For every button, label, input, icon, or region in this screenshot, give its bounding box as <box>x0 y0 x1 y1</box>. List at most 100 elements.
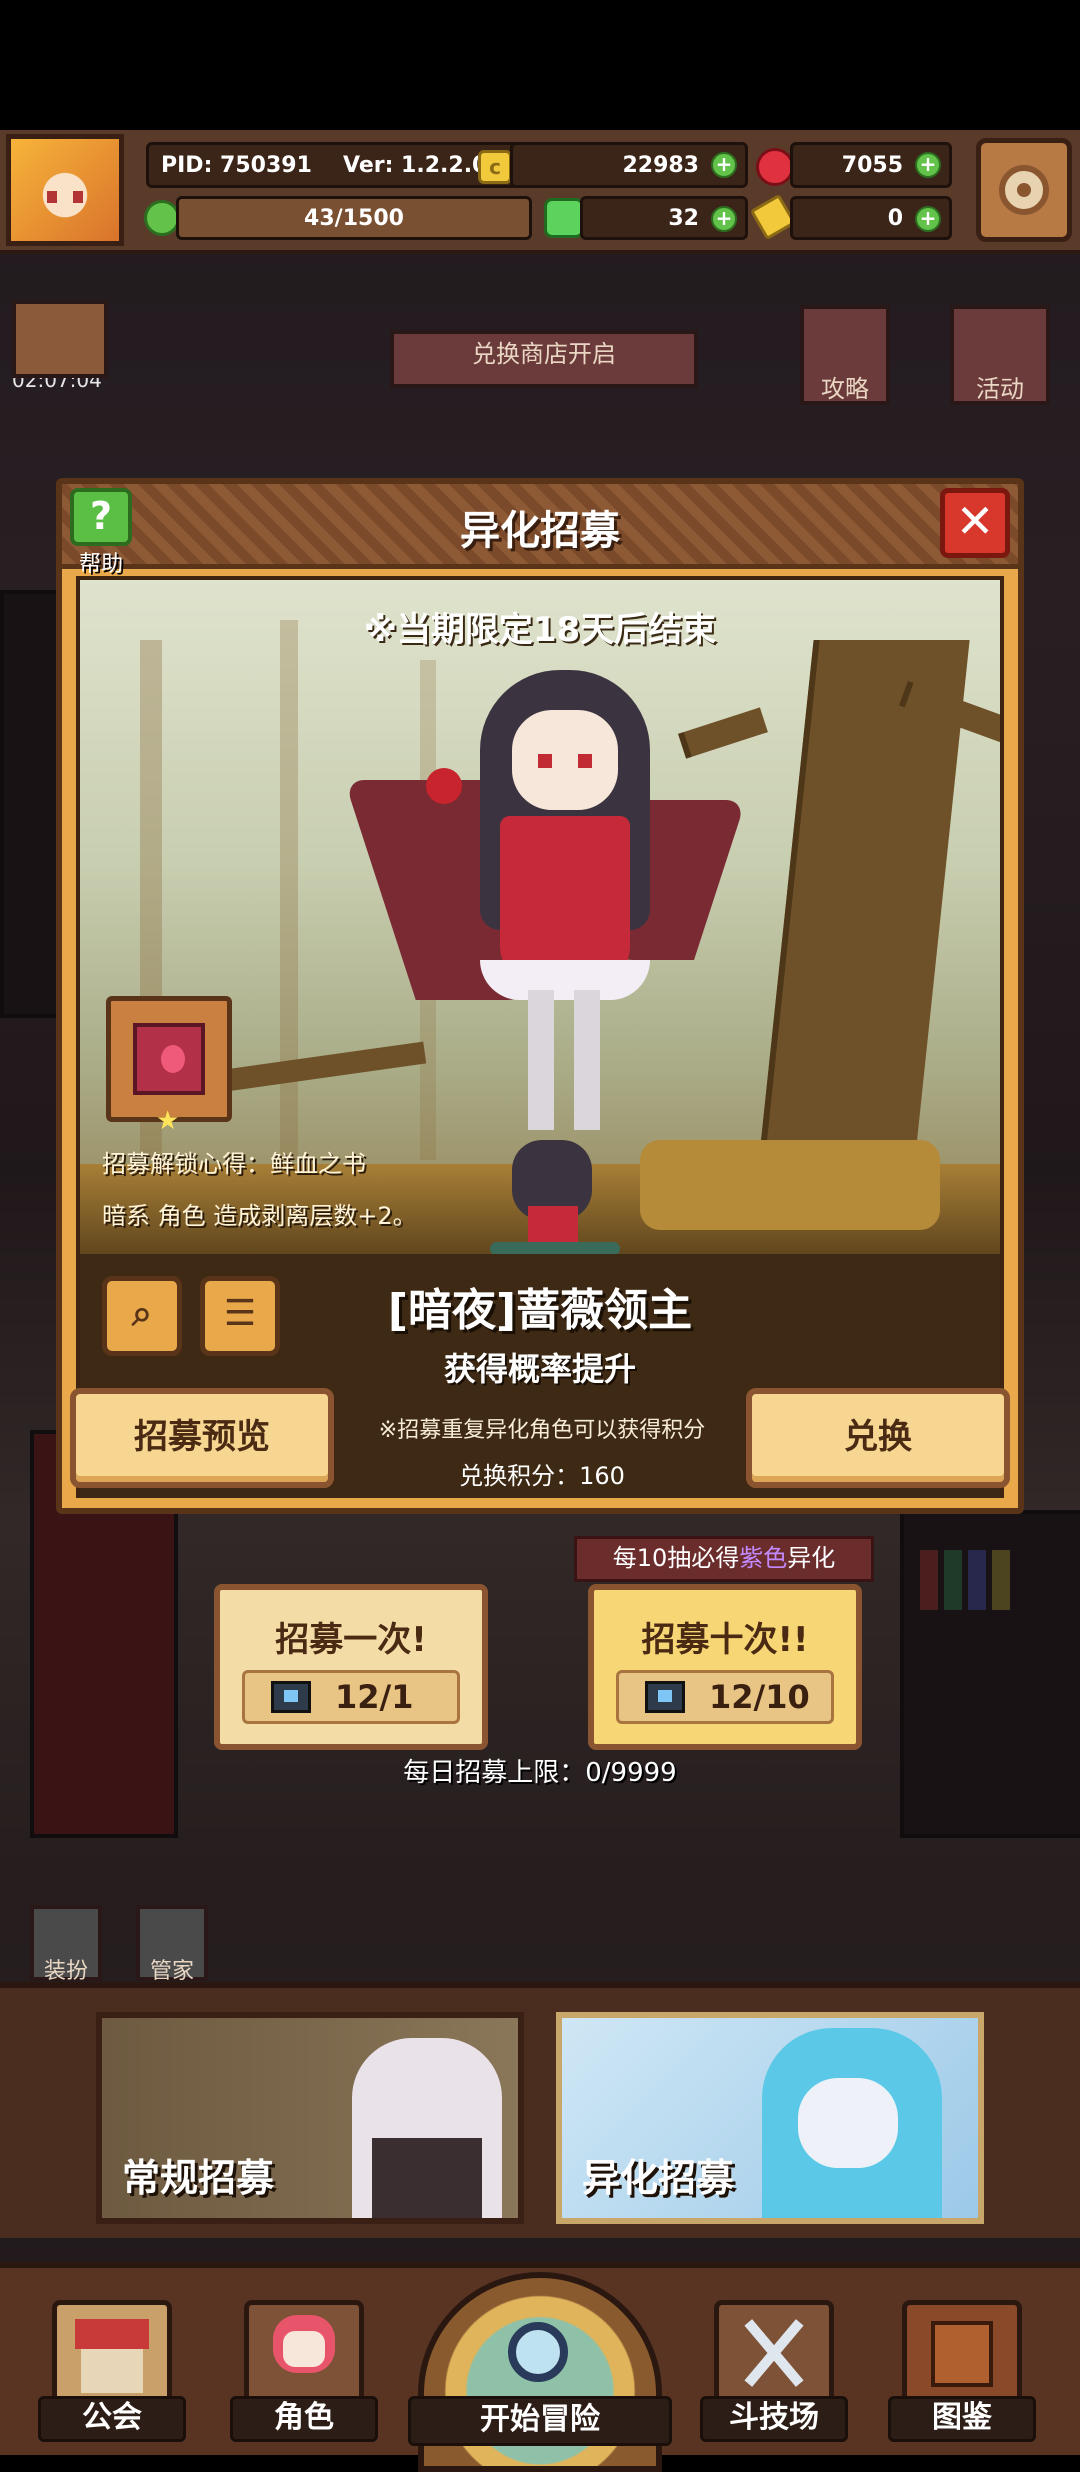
unlock-text: 招募解锁心得：鲜血之书 <box>102 1150 366 1178</box>
recruit-once-button[interactable]: 招募一次! 12/1 <box>214 1584 488 1750</box>
blood-book-icon <box>133 1023 205 1095</box>
character-eye <box>578 754 592 768</box>
ticket-bar: 0 + <box>790 196 952 240</box>
dialog-title-bar: 异化招募 <box>62 484 1018 569</box>
tab-normal-recruit[interactable]: 常规招募 <box>96 2012 524 2224</box>
recruit-ten-cost: 12/10 <box>616 1670 834 1724</box>
character-icon <box>244 2300 364 2404</box>
character-eye <box>538 754 552 768</box>
tree-branch <box>678 707 768 759</box>
add-clover-icon[interactable]: + <box>711 206 737 232</box>
guide-button: 攻略 <box>800 305 890 405</box>
exchange-shop-banner: 兑换商店开启 <box>390 330 698 388</box>
guarantee-suffix: 异化 <box>787 1544 836 1572</box>
gear-icon <box>999 165 1049 215</box>
nav-codex[interactable]: 图鉴 <box>888 2300 1036 2442</box>
character-skirt-trim <box>480 960 650 1000</box>
question-icon: ? <box>70 488 132 546</box>
exp-gem-icon <box>144 200 180 236</box>
tab-special-recruit[interactable]: 异化招募 <box>556 2012 984 2224</box>
star-icon: ★ <box>156 1106 180 1136</box>
book-cover <box>931 2321 993 2387</box>
avatar-eye <box>73 191 83 203</box>
fallen-leaves <box>640 1140 940 1230</box>
settings-button[interactable] <box>976 138 1072 242</box>
character-icon-face <box>283 2331 325 2367</box>
character-leg <box>574 990 600 1130</box>
limited-time-notice: ※当期限定18天后结束 <box>363 610 717 650</box>
character-name: [暗夜]蔷薇领主 <box>387 1285 693 1336</box>
version-text: Ver: 1.2.2.0 <box>343 153 488 178</box>
add-gold-icon[interactable]: + <box>711 152 737 178</box>
recruit-once-cost-value: 12/1 <box>335 1678 414 1716</box>
clover-bar: 32 + <box>580 196 748 240</box>
recruit-ten-label: 招募十次!! <box>641 1620 809 1660</box>
relic-book-icon[interactable] <box>106 996 232 1122</box>
guarantee-highlight: 紫色 <box>739 1544 788 1572</box>
apple <box>426 768 462 804</box>
help-label: 帮助 <box>78 552 123 577</box>
crystal-ticket-icon <box>645 1681 685 1713</box>
tab-special-recruit-label: 异化招募 <box>582 2156 735 2200</box>
guild-icon <box>52 2300 172 2404</box>
exp-bar: 43/1500 <box>176 196 532 240</box>
guarantee-prefix: 每10抽必得 <box>612 1544 740 1572</box>
dialog-title: 异化招募 <box>460 508 620 554</box>
recruit-preview-button[interactable]: 招募预览 <box>70 1388 334 1488</box>
character-leg <box>528 990 554 1130</box>
recruit-ten-cost-value: 12/10 <box>709 1678 810 1716</box>
magnifier-icon <box>508 2322 568 2382</box>
add-ticket-icon[interactable]: + <box>915 206 941 232</box>
nav-arena-label: 斗技场 <box>700 2396 848 2442</box>
gem-amount: 7055 <box>841 153 903 178</box>
nav-start-adventure[interactable]: 开始冒险 <box>408 2272 672 2472</box>
gem-bar: 7055 + <box>790 142 952 188</box>
character-face <box>512 710 618 810</box>
gold-amount: 22983 <box>622 153 699 178</box>
nav-guild-label: 公会 <box>38 2396 186 2442</box>
tab-normal-recruit-label: 常规招募 <box>122 2156 275 2200</box>
avatar-eye <box>47 191 57 203</box>
effect-text: 暗系 角色 造成剥离层数+2。 <box>102 1202 417 1230</box>
player-avatar[interactable] <box>6 134 124 246</box>
nav-character[interactable]: 角色 <box>230 2300 378 2442</box>
guild-wall <box>81 2349 143 2393</box>
character-name-wrap: [暗夜]蔷薇领主 <box>62 1274 1018 1338</box>
clover-amount: 32 <box>668 206 699 231</box>
exchange-button[interactable]: 兑换 <box>746 1388 1010 1488</box>
recruit-ten-button[interactable]: 招募十次!! 12/10 <box>588 1584 862 1750</box>
recruit-once-label: 招募一次! <box>275 1620 427 1660</box>
banner-artwork: ※当期限定18天后结束 <box>76 576 1004 1288</box>
butler-button: 管家 <box>136 1905 208 1984</box>
nav-arena[interactable]: 斗技场 <box>700 2300 848 2442</box>
avatar-portrait <box>11 139 119 241</box>
book-icon <box>902 2300 1022 2404</box>
event-button: 活动 <box>950 305 1050 405</box>
dress-up-label: 装扮 <box>43 1959 88 1984</box>
gold-bar: 22983 + <box>510 142 748 188</box>
nav-guild[interactable]: 公会 <box>38 2300 186 2442</box>
rate-up-text: 获得概率提升 <box>443 1350 636 1388</box>
recruit-once-cost: 12/1 <box>242 1670 460 1724</box>
nav-codex-label: 图鉴 <box>888 2396 1036 2442</box>
special-recruit-dialog: 异化招募 ? 帮助 ✕ ※当期限定18天后结束 ★ 招募解锁心得：鲜血之书 暗系… <box>56 478 1024 1514</box>
event-label: 活动 <box>976 375 1024 403</box>
add-gems-icon[interactable]: + <box>915 152 941 178</box>
help-button[interactable]: ? 帮助 <box>66 488 136 577</box>
exchange-points: 兑换积分：160 <box>459 1462 625 1490</box>
daily-limit-text: 每日招募上限：0/9999 <box>403 1758 677 1788</box>
duplicate-note: ※招募重复异化角色可以获得积分 <box>378 1418 706 1443</box>
crystal-ticket-icon <box>271 1681 311 1713</box>
nav-character-label: 角色 <box>230 2396 378 2442</box>
exp-text: 43/1500 <box>304 206 404 231</box>
guarantee-banner: 每10抽必得紫色异化 <box>574 1536 874 1582</box>
clover-icon <box>544 198 584 238</box>
chibi-dress <box>528 1206 578 1246</box>
red-gem-icon <box>756 148 794 186</box>
tab-portrait-outfit <box>372 2138 482 2218</box>
gold-coin-icon: c <box>478 150 512 184</box>
pid-text: PID: 750391 <box>161 153 312 178</box>
top-hud: PID: 750391 Ver: 1.2.2.0 c 22983 + 7055 … <box>0 130 1080 254</box>
guide-label: 攻略 <box>821 375 869 403</box>
close-button[interactable]: ✕ <box>940 488 1010 558</box>
